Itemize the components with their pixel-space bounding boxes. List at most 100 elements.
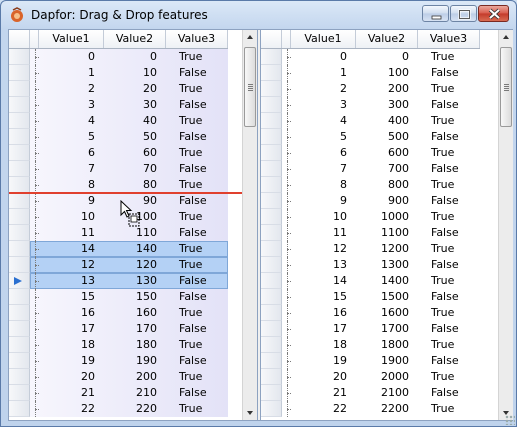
value1-cell[interactable]: 5 <box>39 129 104 145</box>
value3-cell[interactable]: False <box>166 129 228 145</box>
title-bar[interactable]: Dapfor: Drag & Drop features <box>1 1 516 29</box>
column-header-value1[interactable]: Value1 <box>39 30 104 48</box>
table-row[interactable]: 4 400 True <box>261 113 480 129</box>
value2-cell[interactable]: 700 <box>356 161 418 177</box>
row-selector[interactable] <box>9 97 30 113</box>
value3-cell[interactable]: False <box>418 97 480 113</box>
value1-cell[interactable]: 0 <box>39 49 104 65</box>
row-selector[interactable] <box>9 289 30 305</box>
value1-cell[interactable]: 10 <box>291 209 356 225</box>
value2-cell[interactable]: 900 <box>356 193 418 209</box>
row-selector[interactable] <box>261 225 282 241</box>
close-button[interactable] <box>478 5 509 22</box>
value3-cell[interactable]: True <box>418 49 480 65</box>
row-selector[interactable] <box>9 273 30 289</box>
value2-cell[interactable]: 120 <box>104 257 166 273</box>
table-row[interactable]: 3 30 False <box>9 97 228 113</box>
row-selector[interactable] <box>261 193 282 209</box>
row-selector[interactable] <box>261 337 282 353</box>
value1-cell[interactable]: 14 <box>291 273 356 289</box>
table-row[interactable]: 2 20 True <box>9 81 228 97</box>
value2-cell[interactable]: 1100 <box>356 225 418 241</box>
row-selector[interactable] <box>9 257 30 273</box>
row-selector[interactable] <box>261 97 282 113</box>
table-row[interactable]: 14 140 True <box>9 241 228 257</box>
row-selector[interactable] <box>261 353 282 369</box>
value1-cell[interactable]: 12 <box>291 241 356 257</box>
value3-cell[interactable]: True <box>166 401 228 417</box>
row-selector[interactable] <box>9 193 30 209</box>
value3-cell[interactable]: False <box>166 385 228 401</box>
value2-cell[interactable]: 2200 <box>356 401 418 417</box>
table-row[interactable]: 20 2000 True <box>261 369 480 385</box>
value2-cell[interactable]: 300 <box>356 97 418 113</box>
value3-cell[interactable]: False <box>418 129 480 145</box>
value1-cell[interactable]: 7 <box>291 161 356 177</box>
value3-cell[interactable]: True <box>166 49 228 65</box>
maximize-button[interactable] <box>450 5 477 22</box>
row-selector[interactable] <box>9 337 30 353</box>
table-row[interactable]: 13 1300 False <box>261 257 480 273</box>
table-row[interactable]: 8 800 True <box>261 177 480 193</box>
value2-cell[interactable]: 40 <box>104 113 166 129</box>
value3-cell[interactable]: False <box>166 321 228 337</box>
scroll-down-arrow-icon[interactable] <box>243 406 257 420</box>
row-selector[interactable] <box>261 49 282 65</box>
value1-cell[interactable]: 21 <box>39 385 104 401</box>
table-row[interactable]: 20 200 True <box>9 369 228 385</box>
row-selector[interactable] <box>261 369 282 385</box>
value1-cell[interactable]: 6 <box>39 145 104 161</box>
row-selector[interactable] <box>9 369 30 385</box>
value2-cell[interactable]: 1400 <box>356 273 418 289</box>
value3-cell[interactable]: False <box>166 65 228 81</box>
row-selector[interactable] <box>261 273 282 289</box>
value3-cell[interactable]: False <box>418 289 480 305</box>
row-selector[interactable] <box>9 145 30 161</box>
row-selector[interactable] <box>9 225 30 241</box>
value2-cell[interactable]: 1000 <box>356 209 418 225</box>
value3-cell[interactable]: True <box>166 81 228 97</box>
value1-cell[interactable]: 21 <box>291 385 356 401</box>
value1-cell[interactable]: 5 <box>291 129 356 145</box>
value3-cell[interactable]: True <box>418 145 480 161</box>
value2-cell[interactable]: 1900 <box>356 353 418 369</box>
table-row[interactable]: 4 40 True <box>9 113 228 129</box>
resize-grip[interactable] <box>505 415 515 425</box>
right-vertical-scrollbar[interactable] <box>498 30 513 420</box>
value2-cell[interactable]: 600 <box>356 145 418 161</box>
value1-cell[interactable]: 13 <box>39 273 104 289</box>
value1-cell[interactable]: 22 <box>291 401 356 417</box>
value1-cell[interactable]: 20 <box>39 369 104 385</box>
row-selector[interactable] <box>261 177 282 193</box>
value3-cell[interactable]: True <box>166 177 228 193</box>
value1-cell[interactable]: 18 <box>39 337 104 353</box>
value3-cell[interactable]: True <box>418 113 480 129</box>
value3-cell[interactable]: True <box>418 401 480 417</box>
table-row[interactable]: 2 200 True <box>261 81 480 97</box>
value2-cell[interactable]: 30 <box>104 97 166 113</box>
value1-cell[interactable]: 11 <box>291 225 356 241</box>
value1-cell[interactable]: 22 <box>39 401 104 417</box>
value3-cell[interactable]: True <box>166 241 228 257</box>
table-row[interactable]: 15 150 False <box>9 289 228 305</box>
value1-cell[interactable]: 3 <box>39 97 104 113</box>
right-grid[interactable]: Value1 Value2 Value3 0 0 True 1 100 False 2 200… <box>260 30 513 420</box>
value2-cell[interactable]: 20 <box>104 81 166 97</box>
table-row[interactable]: 1 100 False <box>261 65 480 81</box>
table-row[interactable]: 11 110 False <box>9 225 228 241</box>
table-row[interactable]: 11 1100 False <box>261 225 480 241</box>
table-row[interactable]: 22 2200 True <box>261 401 480 417</box>
value1-cell[interactable]: 6 <box>291 145 356 161</box>
value2-cell[interactable]: 210 <box>104 385 166 401</box>
table-row[interactable]: 13 130 False <box>9 273 228 289</box>
table-row[interactable]: 9 900 False <box>261 193 480 209</box>
value1-cell[interactable]: 4 <box>291 113 356 129</box>
table-row[interactable]: 10 100 True <box>9 209 228 225</box>
value2-cell[interactable]: 160 <box>104 305 166 321</box>
row-selector[interactable] <box>261 129 282 145</box>
value3-cell[interactable]: False <box>418 161 480 177</box>
value2-cell[interactable]: 80 <box>104 177 166 193</box>
value2-cell[interactable]: 50 <box>104 129 166 145</box>
table-row[interactable]: 21 2100 False <box>261 385 480 401</box>
value3-cell[interactable]: True <box>418 305 480 321</box>
